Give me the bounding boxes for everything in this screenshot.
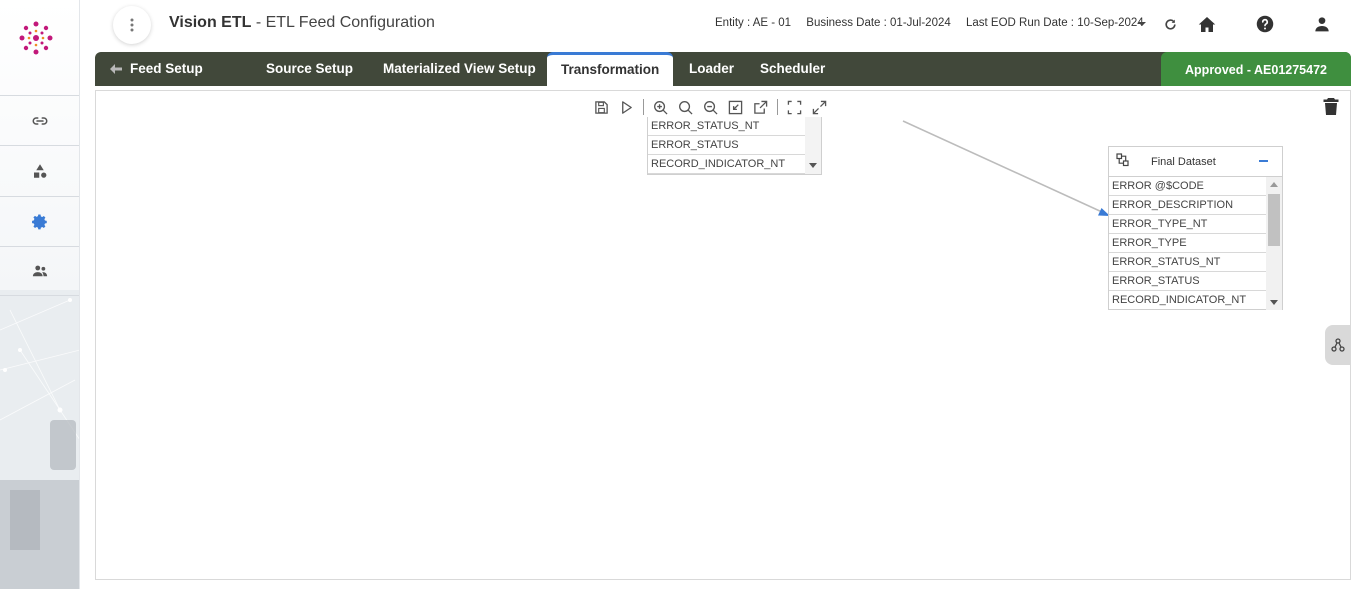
tab-feed-setup[interactable]: Feed Setup — [110, 52, 203, 86]
scroll-down-arrow-icon[interactable] — [809, 163, 817, 168]
link-icon — [32, 116, 48, 125]
canvas-toolbar — [591, 96, 834, 118]
expand-arrows-icon — [812, 100, 826, 114]
entity-dropdown-button[interactable] — [1132, 14, 1152, 34]
final-dataset-row[interactable]: ERROR_STATUS_NT — [1109, 253, 1266, 272]
entity-value: AE - 01 — [752, 17, 792, 29]
final-dataset-row[interactable]: RECORD_INDICATOR_NT — [1109, 291, 1266, 310]
entity-label: Entity : — [715, 17, 751, 29]
eod-date-label: Last EOD Run Date : — [965, 17, 1074, 29]
toolbar-divider — [643, 99, 644, 115]
tab-materialized-view-setup[interactable]: Materialized View Setup — [383, 52, 536, 86]
final-dataset-rows: ERROR @$CODE ERROR_DESCRIPTION ERROR_TYP… — [1109, 177, 1266, 310]
status-badge: Approved - AE01275472 — [1161, 52, 1351, 86]
rail-users-item[interactable] — [0, 246, 79, 296]
final-dataset-header: Final Dataset — [1109, 147, 1282, 177]
business-date-label: Business Date : — [806, 17, 887, 29]
dataset-node-icon — [1116, 153, 1129, 167]
run-button[interactable] — [616, 97, 636, 117]
scroll-down-arrow-icon[interactable] — [1270, 300, 1278, 305]
header: Vision ETL - ETL Feed Configuration Enti… — [95, 0, 1366, 50]
external-link-icon — [753, 100, 767, 114]
collapse-node-button[interactable] — [1259, 160, 1268, 162]
home-icon — [1198, 16, 1216, 32]
final-dataset-row[interactable]: ERROR_DESCRIPTION — [1109, 196, 1266, 215]
source-node-scrollbar[interactable] — [805, 117, 821, 174]
final-dataset-row[interactable]: ERROR_STATUS — [1109, 272, 1266, 291]
source-node-row[interactable]: RECORD_INDICATOR_NT — [648, 155, 805, 174]
tab-feed-setup-label: Feed Setup — [130, 61, 203, 76]
scrollbar-thumb[interactable] — [1268, 194, 1280, 246]
play-icon — [621, 100, 632, 114]
final-dataset-title: Final Dataset — [1151, 156, 1216, 168]
app-name: Vision ETL — [169, 14, 252, 31]
workflow-tab-bar: Feed Setup Source Setup Materialized Vie… — [95, 52, 1351, 86]
fullscreen-button[interactable] — [784, 97, 804, 117]
vertical-dots-icon — [130, 18, 134, 32]
help-icon — [1256, 15, 1274, 33]
back-arrow-icon — [110, 64, 122, 75]
zoom-out-icon — [703, 100, 718, 115]
business-date-value: 01-Jul-2024 — [890, 17, 951, 29]
toolbar-divider — [777, 99, 778, 115]
home-button[interactable] — [1197, 14, 1217, 34]
zoom-in-button[interactable] — [650, 97, 670, 117]
scroll-up-arrow-icon[interactable] — [1270, 182, 1278, 187]
tab-transformation[interactable]: Transformation — [547, 52, 674, 86]
fit-to-screen-button[interactable] — [725, 97, 745, 117]
source-node-rows: ERROR_STATUS_NT ERROR_STATUS RECORD_INDI… — [648, 117, 805, 174]
save-icon — [594, 100, 608, 114]
users-icon — [32, 265, 48, 277]
left-rail — [0, 0, 80, 589]
final-dataset-row[interactable]: ERROR @$CODE — [1109, 177, 1266, 196]
context-info: Entity : AE - 01 Business Date : 01-Jul-… — [715, 17, 1144, 29]
refresh-icon — [1164, 18, 1176, 30]
title-separator: - — [251, 14, 266, 31]
caret-down-icon — [1138, 22, 1146, 26]
tab-source-setup[interactable]: Source Setup — [266, 52, 353, 86]
rail-settings-item[interactable] — [0, 196, 79, 246]
shrink-box-icon — [728, 100, 742, 114]
open-external-button[interactable] — [750, 97, 770, 117]
final-dataset-scrollbar[interactable] — [1266, 177, 1282, 310]
user-profile-button[interactable] — [1312, 14, 1332, 34]
zoom-in-icon — [653, 100, 668, 115]
delete-trash-icon[interactable] — [1323, 97, 1339, 115]
shapes-icon — [34, 163, 47, 178]
help-button[interactable] — [1255, 14, 1275, 34]
page-title-text: ETL Feed Configuration — [265, 14, 435, 31]
final-dataset-row[interactable]: ERROR_TYPE_NT — [1109, 215, 1266, 234]
user-icon — [1315, 17, 1329, 32]
gear-icon — [32, 214, 47, 229]
source-node-row[interactable]: ERROR_STATUS — [648, 136, 805, 155]
tab-loader[interactable]: Loader — [689, 52, 734, 86]
vision-logo-icon[interactable] — [14, 18, 58, 58]
rail-shapes-item[interactable] — [0, 145, 79, 195]
background-network-image — [0, 290, 79, 589]
fullscreen-icon — [787, 100, 801, 114]
source-node-list[interactable]: ERROR_STATUS_NT ERROR_STATUS RECORD_INDI… — [647, 117, 822, 175]
side-panel-toggle[interactable] — [1325, 325, 1351, 365]
app-root: Vision ETL - ETL Feed Configuration Enti… — [0, 0, 1366, 589]
magnifier-icon — [678, 100, 693, 115]
page-title: Vision ETL - ETL Feed Configuration — [169, 14, 435, 32]
final-dataset-row[interactable]: ERROR_TYPE — [1109, 234, 1266, 253]
kebab-menu-button[interactable] — [113, 6, 151, 44]
refresh-button[interactable] — [1160, 14, 1180, 34]
hierarchy-icon — [1331, 338, 1345, 352]
tab-scheduler[interactable]: Scheduler — [760, 52, 825, 86]
rail-link-item[interactable] — [0, 95, 79, 145]
final-dataset-node[interactable]: Final Dataset ERROR @$CODE ERROR_DESCRIP… — [1108, 146, 1283, 310]
source-node-row[interactable]: ERROR_STATUS_NT — [648, 117, 805, 136]
zoom-reset-button[interactable] — [675, 97, 695, 117]
save-button[interactable] — [591, 97, 611, 117]
transformation-canvas[interactable]: ERROR_STATUS_NT ERROR_STATUS RECORD_INDI… — [95, 90, 1351, 580]
expand-button[interactable] — [809, 97, 829, 117]
zoom-out-button[interactable] — [700, 97, 720, 117]
mapping-connector-line — [902, 120, 1103, 213]
